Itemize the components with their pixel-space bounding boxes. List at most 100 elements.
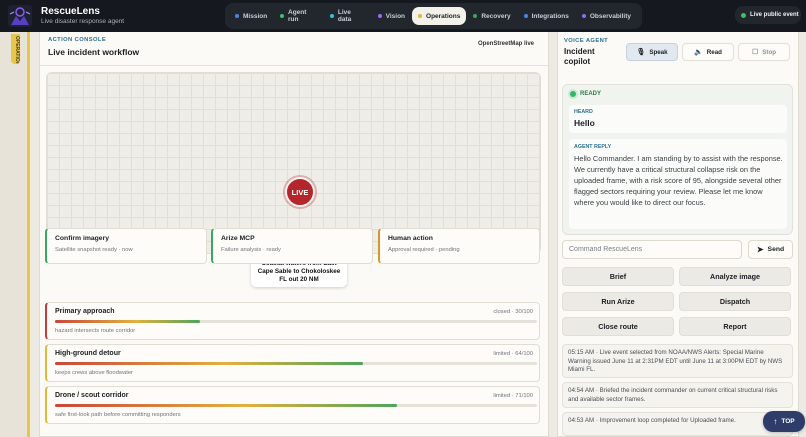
status-dot-icon	[581, 14, 586, 18]
route-card-primary-approach[interactable]: Primary approach closed · 30/100 hazard …	[45, 302, 540, 340]
scroll-top-button[interactable]: ↑ TOP	[763, 411, 805, 432]
nav-vision[interactable]: Vision	[372, 7, 411, 25]
status-card-arize-mcp[interactable]: Arize MCP Failure analysis · ready	[211, 228, 373, 264]
speak-label: Speak	[649, 48, 668, 56]
route-score-fill	[55, 320, 200, 323]
send-icon: ➤	[756, 245, 764, 254]
section-kicker: VOICE AGENT	[564, 38, 609, 44]
stop-button[interactable]: ☐ Stop	[738, 43, 790, 61]
route-name: High-ground detour	[55, 350, 121, 357]
arrow-up-icon: ↑	[773, 417, 778, 426]
command-input[interactable]	[562, 240, 742, 259]
status-card-sub: Approval required · pending	[388, 247, 460, 253]
status-dot-icon	[377, 14, 382, 18]
send-button[interactable]: ➤ Send	[748, 240, 793, 259]
rail-accent	[27, 32, 30, 437]
nav-label: Observability	[589, 12, 631, 20]
nav-live-data[interactable]: Live data	[324, 7, 371, 25]
agent-reply-box: AGENT REPLY Hello Commander. I am standi…	[569, 139, 787, 229]
incident-map[interactable]: LIVE Special Marine Warning - Coastal wa…	[46, 72, 541, 287]
nav-recovery[interactable]: Recovery	[467, 7, 516, 25]
route-note: keeps crews above floodwater	[55, 370, 133, 376]
nav-agent-run[interactable]: Agent run	[274, 7, 323, 25]
heard-label: HEARD	[574, 109, 593, 115]
rescuelens-logo	[8, 5, 32, 27]
live-event-toggle[interactable]: Live public event	[735, 6, 801, 24]
read-button[interactable]: 🔈 Read	[682, 43, 734, 61]
section-title: Live incident workflow	[48, 47, 140, 57]
route-card-drone-scout-corridor[interactable]: Drone / scout corridor limited · 71/100 …	[45, 386, 540, 424]
read-label: Read	[706, 48, 722, 56]
dispatch-button[interactable]: Dispatch	[679, 292, 791, 311]
ready-indicator: READY	[570, 91, 601, 97]
status-dot-icon	[473, 14, 478, 18]
nav-integrations[interactable]: Integrations	[518, 7, 575, 25]
status-card-sub: Failure analysis · ready	[221, 247, 281, 253]
left-rail	[0, 32, 30, 437]
status-card-title: Arize MCP	[221, 235, 255, 242]
live-event-label: Live public event	[750, 12, 799, 18]
ready-label: READY	[580, 91, 602, 97]
status-card-sub: Satellite snapshot ready · now	[55, 247, 133, 253]
route-status: limited · 64/100	[493, 351, 533, 357]
nav-label: Vision	[385, 12, 406, 20]
status-card-human-action[interactable]: Human action Approval required · pending	[378, 228, 540, 264]
voice-agent-panel: VOICE AGENT Incident copilot 🎙 Speak 🔈 Rea…	[557, 32, 799, 437]
section-title: Incident copilot	[564, 47, 595, 66]
ready-dot-icon	[570, 91, 576, 97]
brand-name: RescueLens	[41, 6, 100, 17]
map-source-badge: OpenStreetMap live	[477, 41, 534, 47]
route-note: safe first-look path before committing r…	[55, 412, 181, 418]
route-note: hazard intersects route corridor	[55, 328, 136, 334]
log-entry: 05:15 AM · Live event selected from NOAA…	[562, 344, 793, 378]
nav-label: Agent run	[288, 9, 307, 23]
nav-observability[interactable]: Observability	[576, 7, 637, 25]
agent-reply-label: AGENT REPLY	[574, 144, 612, 150]
route-status: limited · 71/100	[493, 393, 533, 399]
stop-label: Stop	[762, 48, 777, 56]
status-dot-icon	[330, 14, 334, 18]
heard-value: Hello	[574, 118, 595, 128]
top-label: TOP	[781, 418, 795, 425]
route-score-fill	[55, 404, 398, 407]
microphone-icon: 🎙	[636, 49, 646, 56]
nav-label: Integrations	[531, 12, 569, 20]
nav-mission[interactable]: Mission	[229, 7, 273, 25]
status-card-title: Human action	[388, 235, 433, 242]
status-dot-icon	[418, 14, 423, 18]
live-dot-icon	[741, 12, 746, 18]
rail-tab-operations[interactable]: OPERATIONS	[11, 34, 20, 64]
route-card-high-ground-detour[interactable]: High-ground detour limited · 64/100 keep…	[45, 344, 540, 382]
report-button[interactable]: Report	[679, 317, 791, 336]
route-name: Primary approach	[55, 308, 115, 315]
brand-tagline: Live disaster response agent	[41, 18, 125, 25]
live-marker[interactable]: LIVE	[285, 177, 315, 207]
speaker-icon: 🔈	[694, 49, 703, 56]
stop-icon: ☐	[751, 49, 759, 56]
route-score-track	[55, 320, 537, 323]
agent-reply-text: Hello Commander. I am standing by to ass…	[574, 154, 783, 207]
top-bar: RescueLens Live disaster response agent …	[0, 0, 806, 32]
divider	[40, 65, 548, 66]
brand[interactable]: RescueLens Live disaster response agent	[8, 5, 208, 27]
status-dot-icon	[235, 14, 239, 18]
status-card-confirm-imagery[interactable]: Confirm imagery Satellite snapshot ready…	[45, 228, 207, 264]
run-arize-button[interactable]: Run Arize	[562, 292, 674, 311]
brief-button[interactable]: Brief	[562, 267, 674, 286]
route-score-fill	[55, 362, 364, 365]
route-score-track	[55, 362, 537, 365]
nav-label: Mission	[243, 12, 268, 20]
status-dot-icon	[523, 14, 528, 18]
analyze-image-button[interactable]: Analyze image	[679, 267, 791, 286]
route-score-track	[55, 404, 537, 407]
nav-label: Recovery	[481, 12, 511, 20]
status-card-title: Confirm imagery	[55, 235, 110, 242]
speak-button[interactable]: 🎙 Speak	[626, 43, 678, 61]
send-label: Send	[767, 246, 785, 253]
route-name: Drone / scout corridor	[55, 392, 129, 399]
close-route-button[interactable]: Close route	[562, 317, 674, 336]
nav-operations[interactable]: Operations	[412, 7, 467, 25]
route-status: closed · 30/100	[493, 309, 533, 315]
heard-box: HEARD Hello	[569, 105, 787, 133]
main-nav: Mission Agent run Live data Vision Opera…	[225, 3, 642, 29]
